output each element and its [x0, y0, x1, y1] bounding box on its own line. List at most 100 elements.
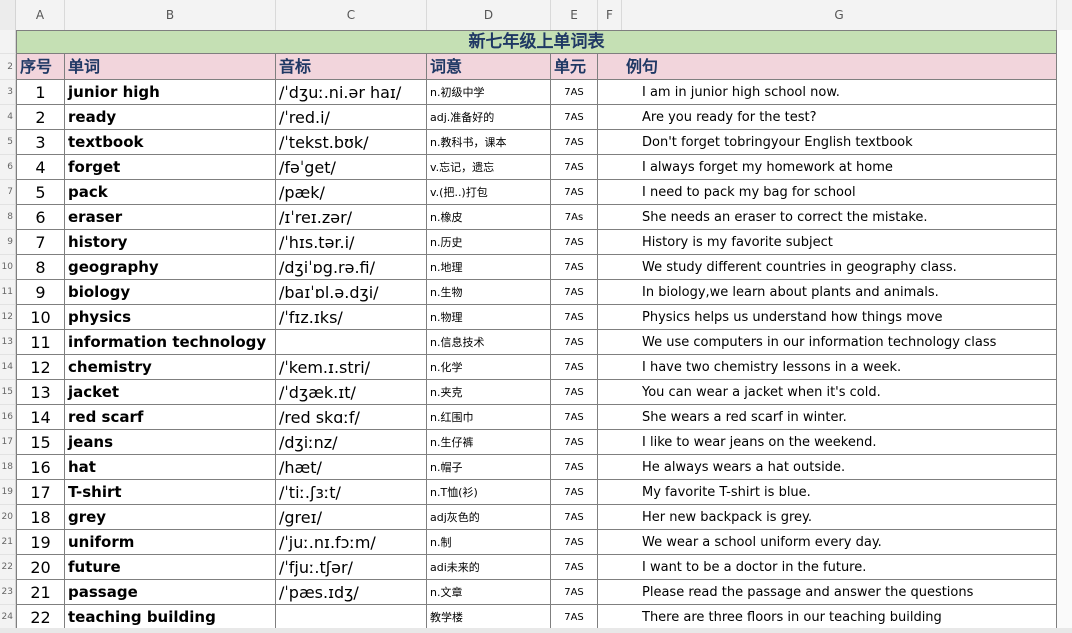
cell-unit[interactable]: 7AS — [551, 80, 598, 105]
cell-example[interactable]: I want to be a doctor in the future. — [598, 555, 1057, 580]
cell-word[interactable]: hat — [65, 455, 276, 480]
cell-meaning[interactable]: n.帽子 — [427, 455, 551, 480]
cell-word[interactable]: grey — [65, 505, 276, 530]
cell-phonetic[interactable]: /ˈhɪs.tər.i/ — [276, 230, 427, 255]
cell-meaning[interactable]: n.信息技术 — [427, 330, 551, 355]
cell-example[interactable]: He always wears a hat outside. — [598, 455, 1057, 480]
vertical-scroll-area[interactable] — [1057, 30, 1072, 633]
cell-meaning[interactable]: n.文章 — [427, 580, 551, 605]
cell-phonetic[interactable]: /ˈtekst.bʊk/ — [276, 130, 427, 155]
cell-word[interactable]: uniform — [65, 530, 276, 555]
cell-example[interactable]: My favorite T-shirt is blue. — [598, 480, 1057, 505]
cell-example[interactable]: There are three floors in our teaching b… — [598, 605, 1057, 630]
cell-phonetic[interactable]: /fəˈget/ — [276, 155, 427, 180]
cell-phonetic[interactable]: /ˈjuː.nɪ.fɔːm/ — [276, 530, 427, 555]
cell-unit[interactable]: 7AS — [551, 480, 598, 505]
row-header[interactable]: 21 — [0, 530, 16, 555]
cell-word[interactable]: textbook — [65, 130, 276, 155]
cell-unit[interactable]: 7AS — [551, 530, 598, 555]
cell-example[interactable]: I am in junior high school now. — [598, 80, 1057, 105]
cell-example[interactable]: I have two chemistry lessons in a week. — [598, 355, 1057, 380]
row-header[interactable]: 18 — [0, 455, 16, 480]
cell-example[interactable]: I need to pack my bag for school — [598, 180, 1057, 205]
cell-phonetic[interactable] — [276, 330, 427, 355]
cell-unit[interactable]: 7AS — [551, 305, 598, 330]
cell-phonetic[interactable]: /pæk/ — [276, 180, 427, 205]
row-header[interactable]: 13 — [0, 330, 16, 355]
cell-no[interactable]: 3 — [16, 130, 65, 155]
cell-unit[interactable]: 7AS — [551, 155, 598, 180]
row-header[interactable]: 16 — [0, 405, 16, 430]
cell-no[interactable]: 18 — [16, 505, 65, 530]
cell-no[interactable]: 6 — [16, 205, 65, 230]
cell-no[interactable]: 20 — [16, 555, 65, 580]
cell-phonetic[interactable]: /ˈfjuː.tʃər/ — [276, 555, 427, 580]
cell-example[interactable]: Her new backpack is grey. — [598, 505, 1057, 530]
cell-meaning[interactable]: adi未来的 — [427, 555, 551, 580]
row-header[interactable]: 22 — [0, 555, 16, 580]
row-header[interactable]: 24 — [0, 605, 16, 630]
row-header[interactable]: 12 — [0, 305, 16, 330]
cell-example[interactable]: History is my favorite subject — [598, 230, 1057, 255]
row-header[interactable]: 8 — [0, 205, 16, 230]
cell-word[interactable]: jacket — [65, 380, 276, 405]
cell-meaning[interactable]: n.物理 — [427, 305, 551, 330]
cell-example[interactable]: We wear a school uniform every day. — [598, 530, 1057, 555]
cell-unit[interactable]: 7AS — [551, 405, 598, 430]
cell-unit[interactable]: 7AS — [551, 505, 598, 530]
cell-unit[interactable]: 7AS — [551, 380, 598, 405]
column-header-e[interactable]: E — [551, 0, 598, 30]
cell-unit[interactable]: 7AS — [551, 330, 598, 355]
cell-example[interactable]: Please read the passage and answer the q… — [598, 580, 1057, 605]
cell-no[interactable]: 9 — [16, 280, 65, 305]
cell-example[interactable]: You can wear a jacket when it's cold. — [598, 380, 1057, 405]
cell-unit[interactable]: 7AS — [551, 230, 598, 255]
cell-meaning[interactable]: n.初级中学 — [427, 80, 551, 105]
cell-word[interactable]: eraser — [65, 205, 276, 230]
row-header[interactable]: 5 — [0, 130, 16, 155]
cell-word[interactable]: chemistry — [65, 355, 276, 380]
cell-no[interactable]: 14 — [16, 405, 65, 430]
header-phonetic[interactable]: 音标 — [276, 54, 427, 80]
row-header[interactable]: 20 — [0, 505, 16, 530]
cell-example[interactable]: She needs an eraser to correct the mista… — [598, 205, 1057, 230]
row-header[interactable]: 3 — [0, 80, 16, 105]
cell-phonetic[interactable]: /ˈdʒuː.ni.ər haɪ/ — [276, 80, 427, 105]
row-header[interactable]: 11 — [0, 280, 16, 305]
cell-example[interactable]: Physics helps us understand how things m… — [598, 305, 1057, 330]
cell-no[interactable]: 1 — [16, 80, 65, 105]
cell-no[interactable]: 11 — [16, 330, 65, 355]
cell-unit[interactable]: 7AS — [551, 105, 598, 130]
cell-word[interactable]: geography — [65, 255, 276, 280]
cell-phonetic[interactable]: /hæt/ — [276, 455, 427, 480]
cell-word[interactable]: teaching building — [65, 605, 276, 630]
cell-phonetic[interactable]: /ˈkem.ɪ.stri/ — [276, 355, 427, 380]
cell-meaning[interactable]: n.橡皮 — [427, 205, 551, 230]
cell-no[interactable]: 5 — [16, 180, 65, 205]
cell-meaning[interactable]: n.T恤(衫) — [427, 480, 551, 505]
row-header[interactable]: 17 — [0, 430, 16, 455]
column-header-g[interactable]: G — [622, 0, 1057, 30]
cell-phonetic[interactable]: /dʒiˈɒg.rə.fi/ — [276, 255, 427, 280]
header-unit[interactable]: 单元 — [551, 54, 598, 80]
row-header[interactable]: 23 — [0, 580, 16, 605]
row-header[interactable]: 6 — [0, 155, 16, 180]
cell-no[interactable]: 19 — [16, 530, 65, 555]
cell-meaning[interactable]: n.红围巾 — [427, 405, 551, 430]
row-header[interactable]: 14 — [0, 355, 16, 380]
cell-word[interactable]: red scarf — [65, 405, 276, 430]
cell-phonetic[interactable]: /baɪˈɒl.ə.dʒi/ — [276, 280, 427, 305]
cell-example[interactable]: Don't forget tobringyour English textboo… — [598, 130, 1057, 155]
cell-phonetic[interactable]: /dʒiːnz/ — [276, 430, 427, 455]
column-header-b[interactable]: B — [65, 0, 276, 30]
cell-meaning[interactable]: n.教科书，课本 — [427, 130, 551, 155]
cell-unit[interactable]: 7AS — [551, 180, 598, 205]
cell-example[interactable]: I like to wear jeans on the weekend. — [598, 430, 1057, 455]
cell-word[interactable]: junior high — [65, 80, 276, 105]
cell-meaning[interactable]: n.地理 — [427, 255, 551, 280]
cell-no[interactable]: 15 — [16, 430, 65, 455]
cell-example[interactable]: We use computers in our information tech… — [598, 330, 1057, 355]
cell-unit[interactable]: 7AS — [551, 130, 598, 155]
cell-unit[interactable]: 7As — [551, 205, 598, 230]
cell-phonetic[interactable]: /ˈred.i/ — [276, 105, 427, 130]
